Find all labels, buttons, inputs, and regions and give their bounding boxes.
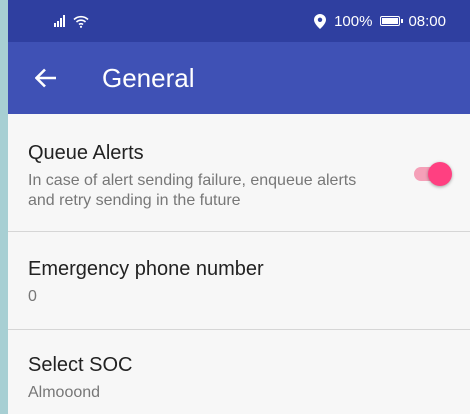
select-soc-preference[interactable]: Select SOC Almooond xyxy=(8,330,470,414)
emergency-phone-title: Emergency phone number xyxy=(28,258,264,280)
battery-percent: 100% xyxy=(334,12,373,30)
app-bar: General xyxy=(8,42,470,114)
emergency-phone-value: 0 xyxy=(28,288,37,305)
location-icon xyxy=(314,13,327,29)
select-soc-title: Select SOC xyxy=(28,354,133,376)
queue-alerts-toggle[interactable] xyxy=(410,162,452,186)
signal-icon xyxy=(54,15,65,27)
queue-alerts-preference[interactable]: Queue Alerts In case of alert sending fa… xyxy=(8,114,470,232)
clock: 08:00 xyxy=(408,12,446,30)
battery-icon xyxy=(380,16,404,26)
wifi-icon xyxy=(73,15,89,28)
select-soc-value: Almooond xyxy=(28,384,101,401)
page-title: General xyxy=(102,62,195,93)
queue-alerts-title: Queue Alerts xyxy=(28,142,144,164)
status-bar: 100% 08:00 xyxy=(8,0,470,42)
settings-screen: 100% 08:00 General Queue Alerts In case … xyxy=(8,0,470,414)
queue-alerts-summary: In case of alert sending failure, enqueu… xyxy=(28,172,357,209)
back-button[interactable] xyxy=(28,60,64,96)
toggle-thumb xyxy=(428,162,452,186)
emergency-phone-preference[interactable]: Emergency phone number 0 xyxy=(8,232,470,330)
arrow-left-icon xyxy=(35,68,56,88)
